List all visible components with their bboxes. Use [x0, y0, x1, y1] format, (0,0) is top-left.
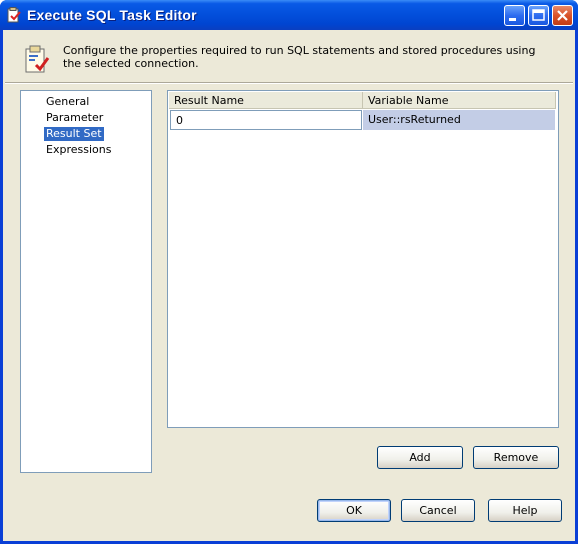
nav-item-general[interactable]: General — [44, 95, 91, 109]
column-header-result-name[interactable]: Result Name — [169, 92, 363, 109]
help-button[interactable]: Help — [488, 499, 562, 522]
minimize-icon — [509, 18, 516, 21]
variable-name-cell[interactable]: User::rsReturned — [363, 110, 555, 130]
sql-task-icon — [7, 7, 21, 23]
ok-button[interactable]: OK — [317, 499, 391, 522]
result-name-cell[interactable]: 0 — [170, 110, 362, 130]
nav-panel: General Parameter Mapping Result Set Exp… — [20, 90, 152, 473]
nav-item-expressions[interactable]: Expressions — [44, 143, 113, 157]
nav-item-parameter-mapping[interactable]: Parameter Mapping — [44, 111, 151, 138]
header-divider — [5, 82, 573, 84]
remove-button[interactable]: Remove — [473, 446, 559, 469]
header-description: Configure the properties required to run… — [63, 44, 536, 70]
minimize-button[interactable] — [504, 5, 525, 26]
maximize-button[interactable] — [528, 5, 549, 26]
dialog-window: Execute SQL Task Editor Configure the pr… — [0, 0, 578, 544]
close-button[interactable] — [552, 5, 573, 26]
title-bar[interactable]: Execute SQL Task Editor — [0, 0, 578, 30]
maximize-icon — [532, 9, 545, 21]
cancel-button[interactable]: Cancel — [401, 499, 475, 522]
window-title: Execute SQL Task Editor — [27, 7, 197, 23]
add-button[interactable]: Add — [377, 446, 463, 469]
nav-item-result-set[interactable]: Result Set — [44, 127, 104, 141]
close-icon — [557, 10, 568, 21]
column-header-variable-name[interactable]: Variable Name — [363, 92, 556, 109]
dialog-body: Configure the properties required to run… — [3, 30, 575, 541]
result-set-grid: Result Name Variable Name 0 User::rsRetu… — [167, 90, 559, 428]
task-clipboard-icon — [25, 45, 50, 73]
